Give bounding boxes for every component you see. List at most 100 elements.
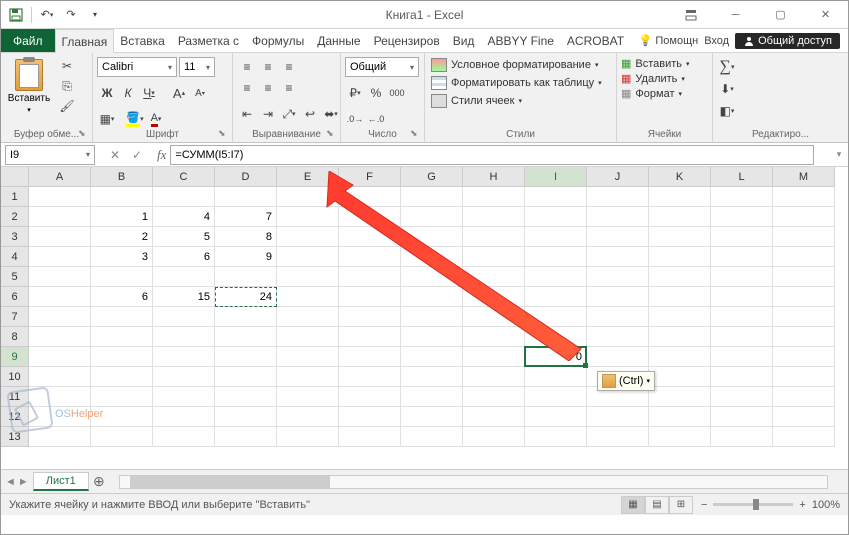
row-header-6[interactable]: 6 (1, 287, 29, 307)
tab-home[interactable]: Главная (55, 29, 115, 53)
cell-M4[interactable] (773, 247, 835, 267)
fill-color-icon[interactable]: 🪣▾ (125, 109, 145, 129)
cell-B13[interactable] (91, 427, 153, 447)
cell-F12[interactable] (339, 407, 401, 427)
comma-format-icon[interactable]: 000 (387, 83, 407, 103)
cell-H2[interactable] (463, 207, 525, 227)
cell-A11[interactable] (29, 387, 91, 407)
cell-G6[interactable] (401, 287, 463, 307)
cell-C12[interactable] (153, 407, 215, 427)
cell-A5[interactable] (29, 267, 91, 287)
cell-G3[interactable] (401, 227, 463, 247)
cell-F11[interactable] (339, 387, 401, 407)
minimize-icon[interactable]: ─ (713, 1, 758, 29)
cell-A12[interactable] (29, 407, 91, 427)
cell-L8[interactable] (711, 327, 773, 347)
col-header-B[interactable]: B (91, 167, 153, 186)
cell-H11[interactable] (463, 387, 525, 407)
cell-L10[interactable] (711, 367, 773, 387)
cell-C11[interactable] (153, 387, 215, 407)
number-format-combo[interactable]: Общий▾ (345, 57, 419, 77)
cell-A8[interactable] (29, 327, 91, 347)
cell-K11[interactable] (649, 387, 711, 407)
align-left-icon[interactable]: ≡ (237, 78, 257, 98)
cell-B10[interactable] (91, 367, 153, 387)
cell-B3[interactable]: 2 (91, 227, 153, 247)
cell-M8[interactable] (773, 327, 835, 347)
cell-A3[interactable] (29, 227, 91, 247)
cell-J9[interactable] (587, 347, 649, 367)
cell-L3[interactable] (711, 227, 773, 247)
format-as-table-button[interactable]: Форматировать как таблицу▾ (429, 75, 604, 91)
shrink-font-icon[interactable]: A▾ (190, 83, 210, 103)
cell-D12[interactable] (215, 407, 277, 427)
row-header-11[interactable]: 11 (1, 387, 29, 407)
align-top-icon[interactable]: ≡ (237, 57, 257, 77)
col-header-A[interactable]: A (29, 167, 91, 186)
sheet-nav-prev-icon[interactable]: ◄ (5, 476, 16, 488)
tab-layout[interactable]: Разметка с (172, 29, 246, 52)
cell-C8[interactable] (153, 327, 215, 347)
col-header-F[interactable]: F (339, 167, 401, 186)
delete-cells-button[interactable]: ▦Удалить▾ (621, 72, 690, 85)
cell-G1[interactable] (401, 187, 463, 207)
row-header-2[interactable]: 2 (1, 207, 29, 227)
cell-H7[interactable] (463, 307, 525, 327)
cell-C6[interactable]: 15 (153, 287, 215, 307)
font-launcher-icon[interactable]: ⬊ (218, 128, 230, 140)
grow-font-icon[interactable]: A▴ (169, 83, 189, 103)
cell-J6[interactable] (587, 287, 649, 307)
cell-L12[interactable] (711, 407, 773, 427)
cell-A9[interactable] (29, 347, 91, 367)
cell-I13[interactable] (525, 427, 587, 447)
decrease-indent-icon[interactable]: ⇤ (237, 104, 257, 124)
cell-D8[interactable] (215, 327, 277, 347)
normal-view-icon[interactable]: ▦ (621, 496, 645, 514)
cell-G7[interactable] (401, 307, 463, 327)
cell-I1[interactable] (525, 187, 587, 207)
save-icon[interactable] (5, 4, 27, 26)
conditional-formatting-button[interactable]: Условное форматирование▾ (429, 57, 604, 73)
tab-view[interactable]: Вид (447, 29, 482, 52)
cell-I2[interactable] (525, 207, 587, 227)
cell-A6[interactable] (29, 287, 91, 307)
cell-L1[interactable] (711, 187, 773, 207)
cell-E2[interactable] (277, 207, 339, 227)
col-header-J[interactable]: J (587, 167, 649, 186)
cut-icon[interactable]: ✂ (57, 57, 77, 75)
cell-L6[interactable] (711, 287, 773, 307)
horizontal-scrollbar[interactable] (119, 475, 828, 489)
cell-H13[interactable] (463, 427, 525, 447)
cell-D6[interactable]: 24 (215, 287, 277, 307)
cell-M1[interactable] (773, 187, 835, 207)
increase-decimal-icon[interactable]: .0→ (345, 109, 365, 129)
select-all-corner[interactable] (1, 167, 29, 187)
cell-G8[interactable] (401, 327, 463, 347)
cell-C3[interactable]: 5 (153, 227, 215, 247)
cell-B9[interactable] (91, 347, 153, 367)
cell-M6[interactable] (773, 287, 835, 307)
cell-K10[interactable] (649, 367, 711, 387)
page-layout-view-icon[interactable]: ▤ (645, 496, 669, 514)
cell-E10[interactable] (277, 367, 339, 387)
cell-G10[interactable] (401, 367, 463, 387)
help-button[interactable]: 💡 Помощн (639, 34, 699, 47)
format-painter-icon[interactable]: 🖌 (57, 97, 77, 115)
cell-B6[interactable]: 6 (91, 287, 153, 307)
cell-I10[interactable] (525, 367, 587, 387)
cell-L7[interactable] (711, 307, 773, 327)
cell-E1[interactable] (277, 187, 339, 207)
align-middle-icon[interactable]: ≡ (258, 57, 278, 77)
font-name-combo[interactable]: Calibri▾ (97, 57, 177, 77)
cell-J13[interactable] (587, 427, 649, 447)
cell-D7[interactable] (215, 307, 277, 327)
cell-L13[interactable] (711, 427, 773, 447)
cell-M13[interactable] (773, 427, 835, 447)
col-header-K[interactable]: K (649, 167, 711, 186)
cell-G13[interactable] (401, 427, 463, 447)
undo-icon[interactable]: ↶▾ (36, 4, 58, 26)
cell-D1[interactable] (215, 187, 277, 207)
cell-F8[interactable] (339, 327, 401, 347)
merge-icon[interactable]: ⬌▾ (321, 104, 341, 124)
login-button[interactable]: Вход (704, 35, 729, 47)
